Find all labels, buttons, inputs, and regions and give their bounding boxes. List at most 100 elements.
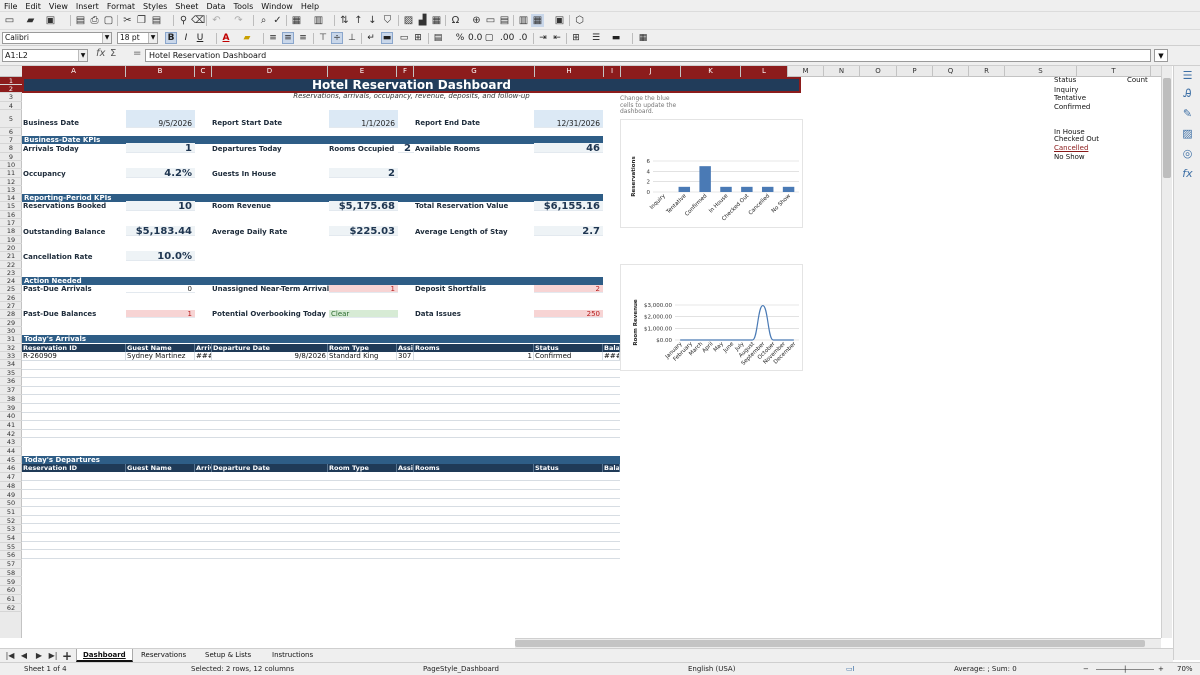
row-header-11[interactable]: 11: [0, 169, 22, 178]
arrivals-header-4[interactable]: Room Type: [328, 344, 397, 352]
dashboard-title[interactable]: Hotel Reservation Dashboard: [22, 77, 801, 93]
align-right-icon[interactable]: ≡: [297, 32, 309, 44]
zoom-slider-handle[interactable]: |: [1124, 663, 1126, 675]
row-header-58[interactable]: 58: [0, 569, 22, 578]
row-header-9[interactable]: 9: [0, 153, 22, 161]
number-format-currency-icon[interactable]: ▤: [432, 32, 444, 44]
row-header-50[interactable]: 50: [0, 499, 22, 508]
align-bottom-icon[interactable]: ⊥: [346, 32, 358, 44]
borders-icon[interactable]: ⊞: [570, 32, 582, 44]
row-header-51[interactable]: 51: [0, 508, 22, 517]
styles-icon[interactable]: ✎: [1180, 106, 1195, 121]
business-date-input[interactable]: 9/5/2026: [126, 110, 195, 128]
row-header-27[interactable]: 27: [0, 302, 22, 310]
row-header-8[interactable]: 8: [0, 144, 22, 153]
save-icon[interactable]: ▣: [44, 14, 57, 27]
arrivals-header-8[interactable]: Bala: [603, 344, 620, 352]
row-header-10[interactable]: 10: [0, 161, 22, 169]
departures-header-4[interactable]: Room Type: [328, 464, 397, 473]
column-header-i[interactable]: I: [604, 66, 621, 77]
row-header-14[interactable]: 14: [0, 194, 22, 202]
sidebar-menu-icon[interactable]: ☰: [1180, 68, 1195, 83]
column-header-p[interactable]: P: [897, 66, 933, 77]
arrivals-header-5[interactable]: Assi: [397, 344, 414, 352]
departures-header-6[interactable]: Rooms: [414, 464, 534, 473]
row-header-23[interactable]: 23: [0, 269, 22, 277]
row-header-34[interactable]: 34: [0, 360, 22, 369]
row-header-55[interactable]: 55: [0, 543, 22, 552]
row-header-48[interactable]: 48: [0, 482, 22, 491]
departures-header-7[interactable]: Status: [534, 464, 603, 473]
row-header-56[interactable]: 56: [0, 551, 22, 561]
increase-indent-icon[interactable]: ⇥: [537, 32, 549, 44]
column-header-k[interactable]: K: [681, 66, 741, 77]
name-box[interactable]: A1:L2 ▼: [2, 49, 88, 62]
row-header-5[interactable]: 5: [0, 110, 22, 128]
column-header-r[interactable]: R: [969, 66, 1005, 77]
row-header-52[interactable]: 52: [0, 517, 22, 526]
freeze-rows-columns-icon[interactable]: ▦: [531, 14, 544, 27]
sheet-tab-reservations[interactable]: Reservations: [135, 649, 192, 662]
gallery-icon[interactable]: ▨: [1180, 126, 1195, 141]
row-header-43[interactable]: 43: [0, 438, 22, 447]
page-style[interactable]: PageStyle_Dashboard: [423, 663, 499, 675]
row-header-13[interactable]: 13: [0, 186, 22, 194]
chart-icon[interactable]: ▟: [416, 14, 429, 27]
define-print-area-icon[interactable]: ▥: [517, 14, 530, 27]
column-header-g[interactable]: G: [414, 66, 535, 77]
zoom-in-icon[interactable]: +: [1158, 663, 1164, 675]
autofilter-icon[interactable]: ⛉: [381, 14, 394, 27]
column-header-e[interactable]: E: [328, 66, 397, 77]
function-wizard-icon[interactable]: fx: [96, 48, 105, 59]
column-header-l[interactable]: L: [741, 66, 788, 77]
image-icon[interactable]: ▨: [402, 14, 415, 27]
row-header-24[interactable]: 24: [0, 277, 22, 285]
row-header-62[interactable]: 62: [0, 604, 22, 613]
menu-window[interactable]: Window: [257, 0, 297, 12]
row-header-30[interactable]: 30: [0, 327, 22, 335]
column-header-o[interactable]: O: [860, 66, 897, 77]
row-header-25[interactable]: 25: [0, 285, 22, 294]
row-header-47[interactable]: 47: [0, 473, 22, 482]
row-header-60[interactable]: 60: [0, 586, 22, 595]
split-cells-icon[interactable]: ⊞: [412, 32, 424, 44]
report-start-input[interactable]: 1/1/2026: [329, 110, 398, 128]
row-header-32[interactable]: 32: [0, 344, 22, 352]
departures-header-2[interactable]: Arriv: [195, 464, 212, 473]
row-header-37[interactable]: 37: [0, 386, 22, 395]
menu-format[interactable]: Format: [103, 0, 139, 12]
menu-tools[interactable]: Tools: [230, 0, 258, 12]
departures-header-3[interactable]: Departure Date: [212, 464, 328, 473]
sheet-tab-setup-lists[interactable]: Setup & Lists: [199, 649, 257, 662]
column-header-n[interactable]: N: [824, 66, 860, 77]
functions-icon[interactable]: fx: [1180, 166, 1195, 181]
add-decimal-icon[interactable]: .00: [500, 32, 514, 44]
split-window-icon[interactable]: ▣: [553, 14, 566, 27]
row-header-7[interactable]: 7: [0, 136, 22, 144]
row-header-59[interactable]: 59: [0, 578, 22, 587]
row-header-26[interactable]: 26: [0, 294, 22, 302]
report-end-input[interactable]: 12/31/2026: [534, 110, 603, 128]
menu-file[interactable]: File: [0, 0, 21, 12]
border-color-icon[interactable]: ▬: [610, 32, 622, 44]
arrivals-header-3[interactable]: Departure Date: [212, 344, 328, 352]
sort-descending-icon[interactable]: ↓: [366, 14, 379, 27]
row-header-4[interactable]: 4: [0, 102, 22, 110]
cut-icon[interactable]: ✂: [121, 14, 134, 27]
row-header-35[interactable]: 35: [0, 369, 22, 378]
zoom-level[interactable]: 70%: [1177, 663, 1193, 675]
clone-formatting-icon[interactable]: ⚲: [177, 14, 190, 27]
formula-icon[interactable]: =: [133, 48, 141, 59]
row-header-17[interactable]: 17: [0, 219, 22, 227]
row-header-41[interactable]: 41: [0, 421, 22, 430]
arrivals-header-1[interactable]: Guest Name: [126, 344, 195, 352]
expand-formula-bar-icon[interactable]: ▼: [1154, 49, 1168, 62]
row-header-40[interactable]: 40: [0, 412, 22, 421]
menu-view[interactable]: View: [45, 0, 72, 12]
row-icon[interactable]: ▦: [290, 14, 303, 27]
row-header-29[interactable]: 29: [0, 319, 22, 327]
departures-header-5[interactable]: Assi: [397, 464, 414, 473]
conditional-format-icon[interactable]: ▦: [637, 32, 649, 44]
headers-footers-icon[interactable]: ▤: [498, 14, 511, 27]
copy-icon[interactable]: ❐: [135, 14, 148, 27]
